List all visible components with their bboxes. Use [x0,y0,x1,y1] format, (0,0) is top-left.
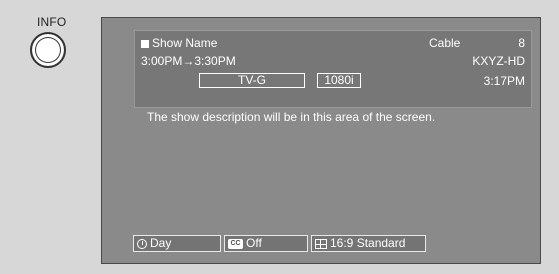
rating-badge: TV-G [199,73,305,88]
aspect-label: 16:9 Standard [330,236,406,250]
day-label: Day [150,236,172,250]
station-name: KXYZ-HD [472,54,525,68]
square-icon [141,39,149,48]
resolution-badge: 1080i [317,73,361,88]
channel-number: 8 [518,36,525,50]
banner-row-time: 3:00PM→3:30PM KXYZ-HD [141,53,525,69]
show-name: Show Name [152,36,218,50]
show-title: Show Name [141,35,217,51]
info-banner: Show Name Cable 8 3:00PM→3:30PM KXYZ-HD … [134,30,532,108]
aspect-ratio-icon [315,238,327,249]
source-label: Cable [429,36,461,50]
cc-label: Off [246,236,262,250]
info-button[interactable] [30,32,66,68]
clock-icon [137,238,147,249]
tv-screen: Show Name Cable 8 3:00PM→3:30PM KXYZ-HD … [101,17,541,264]
show-description: The show description will be in this are… [147,110,436,124]
day-button[interactable]: Day [133,235,221,252]
cc-icon: CC [228,238,243,249]
info-label: INFO [37,15,67,29]
aspect-ratio-button[interactable]: 16:9 Standard [311,235,426,252]
bottom-bar: Day CC Off 16:9 Standard [133,235,426,252]
current-time: 3:17PM [483,74,525,88]
closed-caption-button[interactable]: CC Off [224,235,308,252]
banner-row-title: Show Name Cable 8 [141,35,525,51]
time-range: 3:00PM→3:30PM [141,54,236,68]
